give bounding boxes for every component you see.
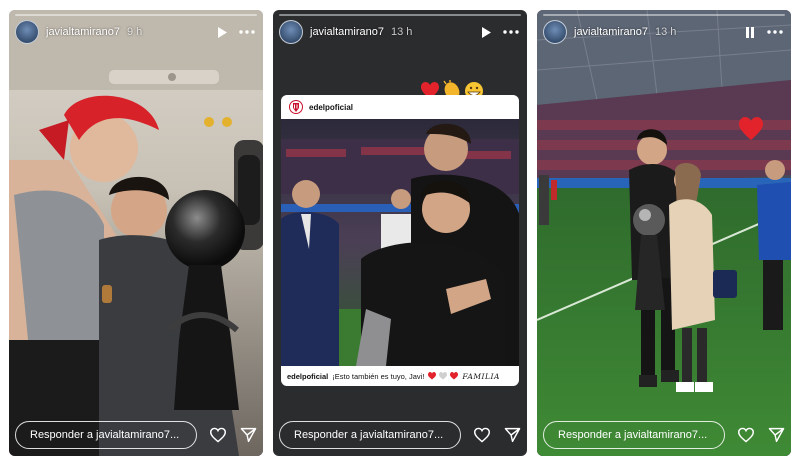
story-username[interactable]: javialtamirano7 bbox=[574, 26, 648, 38]
profile-avatar[interactable] bbox=[279, 20, 303, 44]
send-paper-plane-icon[interactable] bbox=[767, 426, 785, 444]
story-timestamp: 9 h bbox=[126, 26, 143, 38]
story-panel-1[interactable]: javialtamirano7 9 h Responder a javialta… bbox=[9, 10, 263, 456]
reposted-post-caption: edelpoficial ¡Esto también es tuyo, Javi… bbox=[281, 366, 519, 386]
reposted-post-card[interactable]: edelpoficial edelpoficial ¡Esto también … bbox=[281, 95, 519, 386]
caption-hearts-icon bbox=[428, 372, 459, 380]
story-username[interactable]: javialtamirano7 bbox=[46, 26, 120, 38]
story-header: javialtamirano7 13 h bbox=[279, 20, 519, 44]
like-heart-icon[interactable] bbox=[209, 426, 227, 444]
caption-account[interactable]: edelpoficial bbox=[287, 372, 328, 381]
like-heart-icon[interactable] bbox=[473, 426, 491, 444]
profile-avatar[interactable] bbox=[15, 20, 39, 44]
story-footer: Responder a javialtamirano7... bbox=[543, 420, 785, 450]
story-footer: Responder a javialtamirano7... bbox=[15, 420, 257, 450]
club-crest-icon bbox=[289, 100, 303, 114]
story-footer: Responder a javialtamirano7... bbox=[279, 420, 521, 450]
play-icon[interactable] bbox=[481, 26, 491, 38]
reply-input[interactable]: Responder a javialtamirano7... bbox=[15, 421, 197, 449]
more-options-icon[interactable] bbox=[503, 30, 519, 34]
more-options-icon[interactable] bbox=[239, 30, 255, 34]
reposted-post-header: edelpoficial bbox=[281, 95, 519, 119]
story-panel-3[interactable]: javialtamirano7 13 h Responder a javialt… bbox=[537, 10, 791, 456]
story-username[interactable]: javialtamirano7 bbox=[310, 26, 384, 38]
reply-input[interactable]: Responder a javialtamirano7... bbox=[543, 421, 725, 449]
caption-text: ¡Esto también es tuyo, Javi! bbox=[332, 371, 425, 381]
story-timestamp: 13 h bbox=[390, 26, 413, 38]
send-paper-plane-icon[interactable] bbox=[239, 426, 257, 444]
story-panel-2[interactable]: javialtamirano7 13 h edelpoficial edelpo… bbox=[273, 10, 527, 456]
caption-tail: FAMILIA bbox=[462, 371, 500, 381]
pause-icon[interactable] bbox=[745, 26, 755, 38]
story-progress-bar bbox=[15, 14, 257, 16]
story-progress-bar bbox=[543, 14, 785, 16]
story-photo-stadium-trophy bbox=[537, 10, 791, 456]
more-options-icon[interactable] bbox=[767, 30, 783, 34]
like-heart-icon[interactable] bbox=[737, 426, 755, 444]
story-photo-plane-celebration bbox=[9, 10, 263, 456]
reposted-account-name[interactable]: edelpoficial bbox=[309, 103, 353, 112]
reply-input[interactable]: Responder a javialtamirano7... bbox=[279, 421, 461, 449]
profile-avatar[interactable] bbox=[543, 20, 567, 44]
story-header: javialtamirano7 9 h bbox=[15, 20, 255, 44]
story-progress-bar bbox=[279, 14, 521, 16]
story-timestamp: 13 h bbox=[654, 26, 677, 38]
reposted-post-photo bbox=[281, 119, 519, 366]
story-header: javialtamirano7 13 h bbox=[543, 20, 783, 44]
send-paper-plane-icon[interactable] bbox=[503, 426, 521, 444]
play-icon[interactable] bbox=[217, 26, 227, 38]
